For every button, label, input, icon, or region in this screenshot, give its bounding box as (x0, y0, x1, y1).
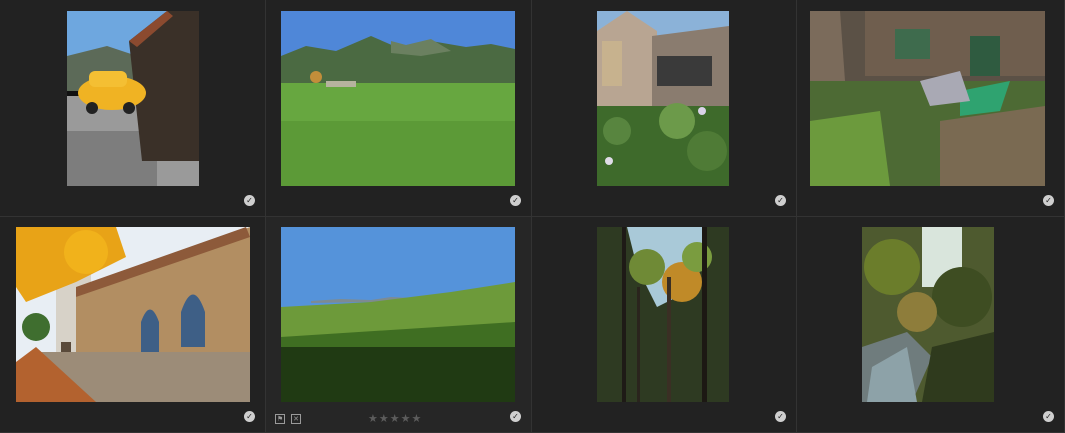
photo-cell[interactable]: ✓ (797, 0, 1065, 217)
photo-grid: ✓ ✓ ✓ ✓ ✓ ⚑ ✕ ★★★★★ ✓ ✓ ✓ (0, 0, 1065, 433)
star-icon[interactable]: ★ (379, 412, 390, 425)
photo-cell[interactable]: ✓ (532, 0, 797, 217)
pick-check-icon[interactable]: ✓ (244, 411, 255, 422)
star-rating[interactable]: ★★★★★ (368, 412, 422, 425)
reject-icon[interactable]: ✕ (291, 414, 301, 424)
cell-tools: ⚑ ✕ (275, 414, 301, 424)
photo-cell[interactable]: ✓ (0, 0, 266, 217)
photo-thumbnail[interactable] (597, 11, 729, 186)
pick-check-icon[interactable]: ✓ (1043, 411, 1054, 422)
pick-check-icon[interactable]: ✓ (1043, 195, 1054, 206)
pick-check-icon[interactable]: ✓ (775, 195, 786, 206)
photo-thumbnail[interactable] (16, 227, 250, 402)
photo-thumbnail[interactable] (597, 227, 729, 402)
pick-check-icon[interactable]: ✓ (775, 411, 786, 422)
photo-thumbnail[interactable] (67, 11, 199, 186)
photo-cell[interactable]: ✓ (797, 217, 1065, 433)
photo-cell[interactable]: ✓ (532, 217, 797, 433)
star-icon[interactable]: ★ (401, 412, 412, 425)
star-icon[interactable]: ★ (368, 412, 379, 425)
photo-thumbnail[interactable] (810, 11, 1045, 186)
flag-icon[interactable]: ⚑ (275, 414, 285, 424)
photo-thumbnail[interactable] (281, 11, 515, 186)
photo-cell[interactable]: ✓ (0, 217, 266, 433)
photo-thumbnail[interactable] (281, 227, 515, 402)
photo-thumbnail[interactable] (862, 227, 994, 402)
photo-cell-hovered[interactable]: ⚑ ✕ ★★★★★ ✓ (266, 217, 532, 433)
photo-cell[interactable]: ✓ (266, 0, 532, 217)
pick-check-icon[interactable]: ✓ (244, 195, 255, 206)
star-icon[interactable]: ★ (412, 412, 423, 425)
pick-check-icon[interactable]: ✓ (510, 195, 521, 206)
star-icon[interactable]: ★ (390, 412, 401, 425)
pick-check-icon[interactable]: ✓ (510, 411, 521, 422)
